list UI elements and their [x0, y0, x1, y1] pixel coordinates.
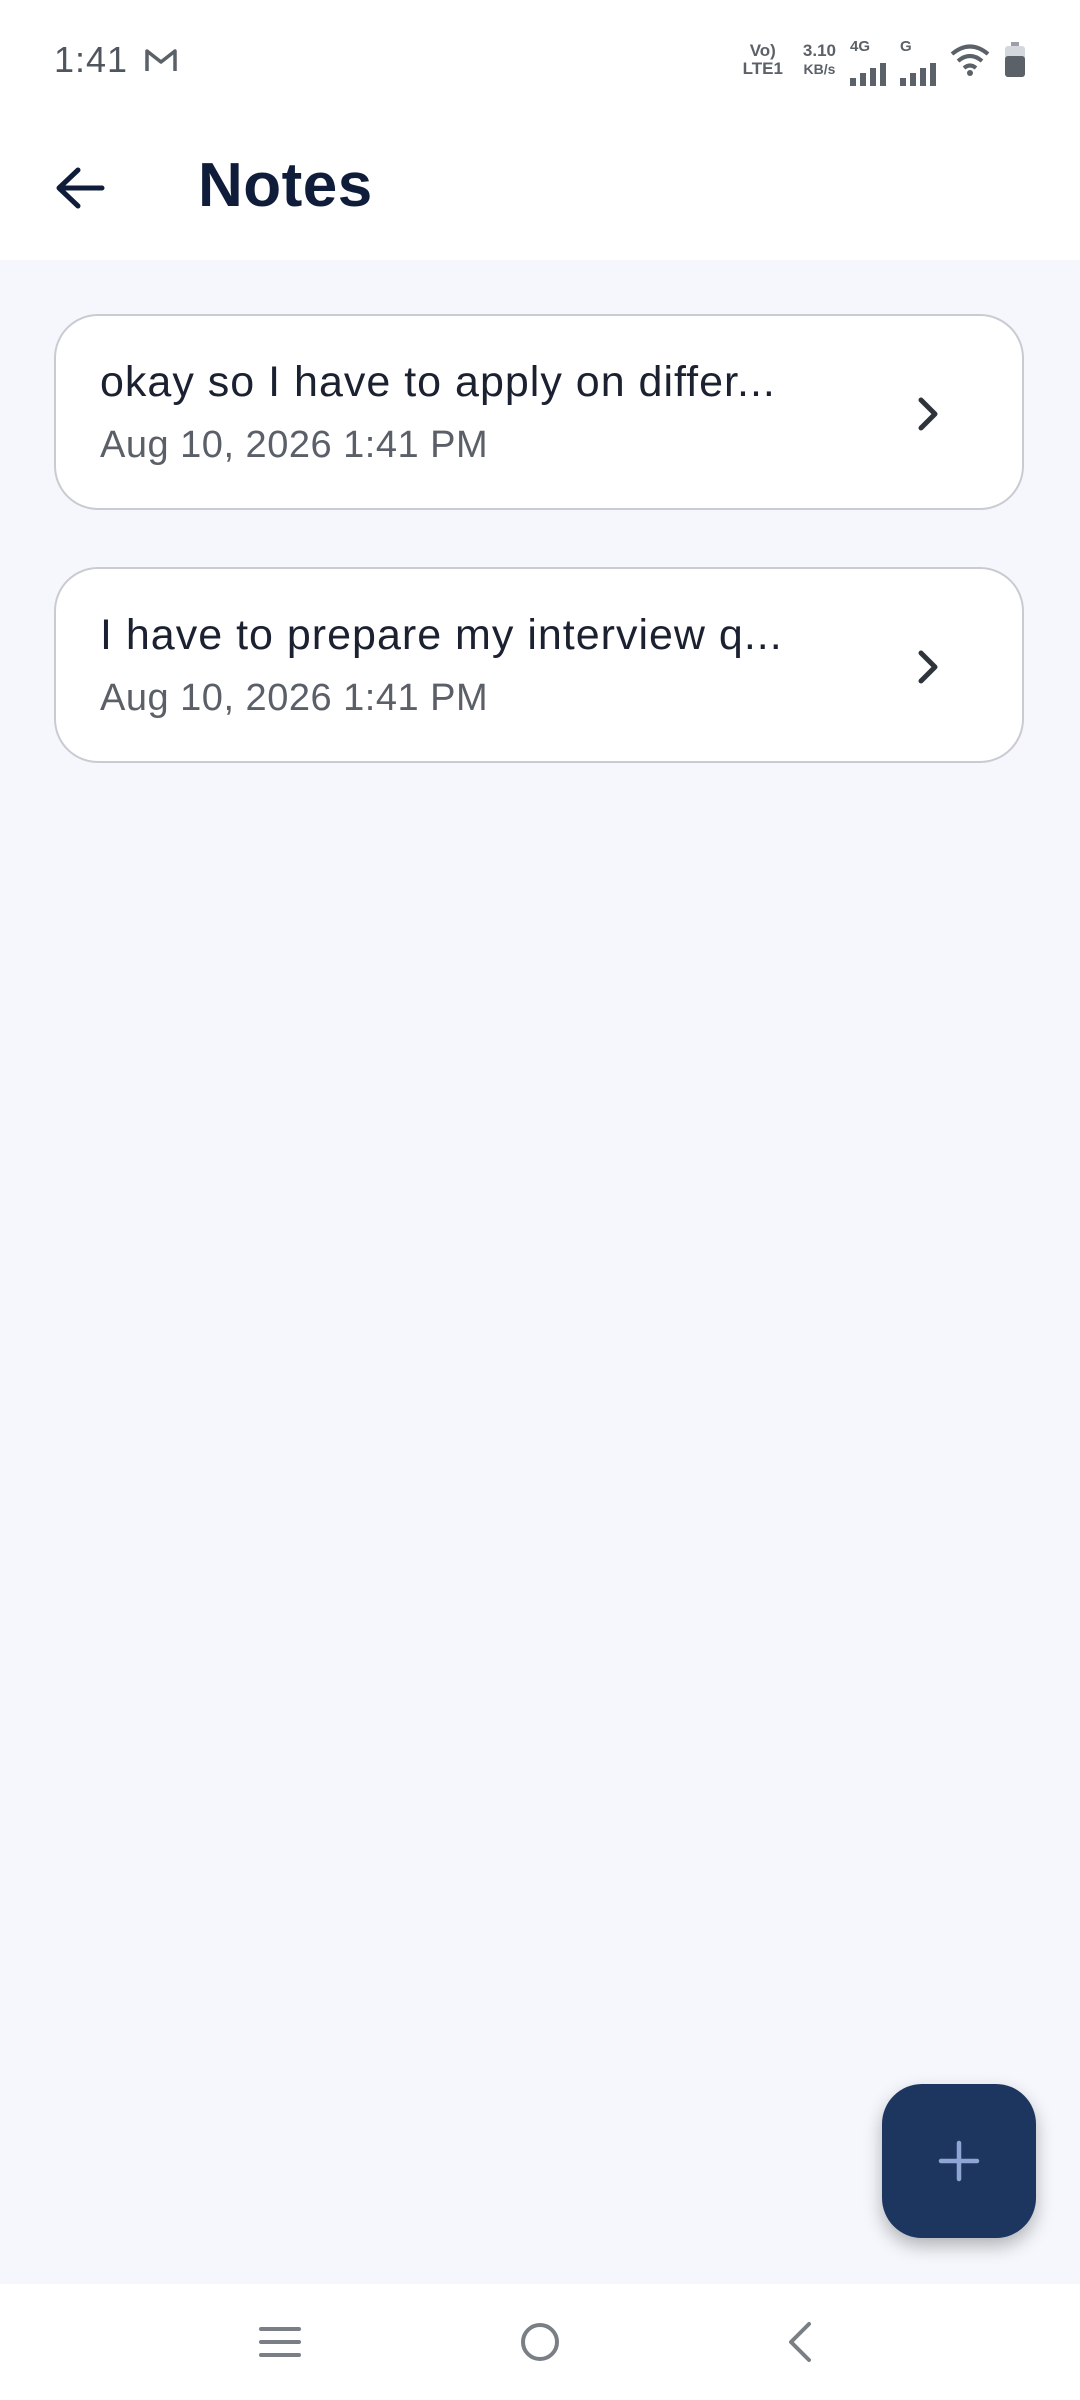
battery-icon [1005, 42, 1025, 77]
chevron-right-icon [918, 650, 938, 684]
note-card[interactable]: okay so I have to apply on differ... Aug… [54, 314, 1024, 510]
plus-icon [938, 2140, 980, 2182]
recents-button[interactable] [235, 2297, 325, 2387]
note-card[interactable]: I have to prepare my interview q... Aug … [54, 567, 1024, 763]
note-date: Aug 10, 2026 1:41 PM [100, 677, 489, 719]
add-note-button[interactable] [882, 2084, 1036, 2238]
back-button[interactable] [40, 148, 120, 228]
note-preview: I have to prepare my interview q... [100, 611, 783, 659]
net1-label: 4G [850, 38, 871, 55]
note-date: Aug 10, 2026 1:41 PM [100, 424, 489, 466]
signal-bars-icon [850, 56, 886, 86]
volte-label: Vo) [749, 41, 776, 60]
page-title: Notes [198, 151, 373, 220]
arrow-left-icon [56, 167, 105, 209]
lte-label: LTE1 [742, 59, 783, 78]
status-time: 1:41 [54, 39, 129, 80]
status-bar: 1:41 Vo) LTE1 3.10 KB/s 4G G [0, 0, 1080, 120]
menu-icon [259, 2327, 301, 2357]
chevron-left-icon [789, 2322, 811, 2362]
network-speed: 3.10 KB/s [803, 42, 836, 78]
circle-icon [521, 2323, 559, 2361]
signal-g: G [900, 34, 936, 86]
notes-list: okay so I have to apply on differ... Aug… [54, 314, 1024, 820]
home-button[interactable] [495, 2297, 585, 2387]
signal-4g: 4G [850, 34, 886, 86]
chevron-right-icon [918, 397, 938, 431]
speed-value: 3.10 [802, 41, 836, 60]
app-bar: Notes [0, 120, 1080, 260]
notes-screen: 1:41 Vo) LTE1 3.10 KB/s 4G G Notes okay … [0, 0, 1080, 2400]
gmail-icon [145, 49, 177, 71]
system-nav-bar [0, 2284, 1080, 2400]
net2-label: G [900, 38, 912, 55]
status-indicators: Vo) LTE1 3.10 KB/s 4G G [743, 34, 1026, 86]
volte-indicator: Vo) LTE1 [743, 42, 783, 78]
signal-bars-2-icon [900, 56, 936, 86]
note-preview: okay so I have to apply on differ... [100, 358, 776, 406]
wifi-icon [950, 44, 990, 76]
speed-unit: KB/s [803, 61, 836, 77]
system-back-button[interactable] [755, 2297, 845, 2387]
